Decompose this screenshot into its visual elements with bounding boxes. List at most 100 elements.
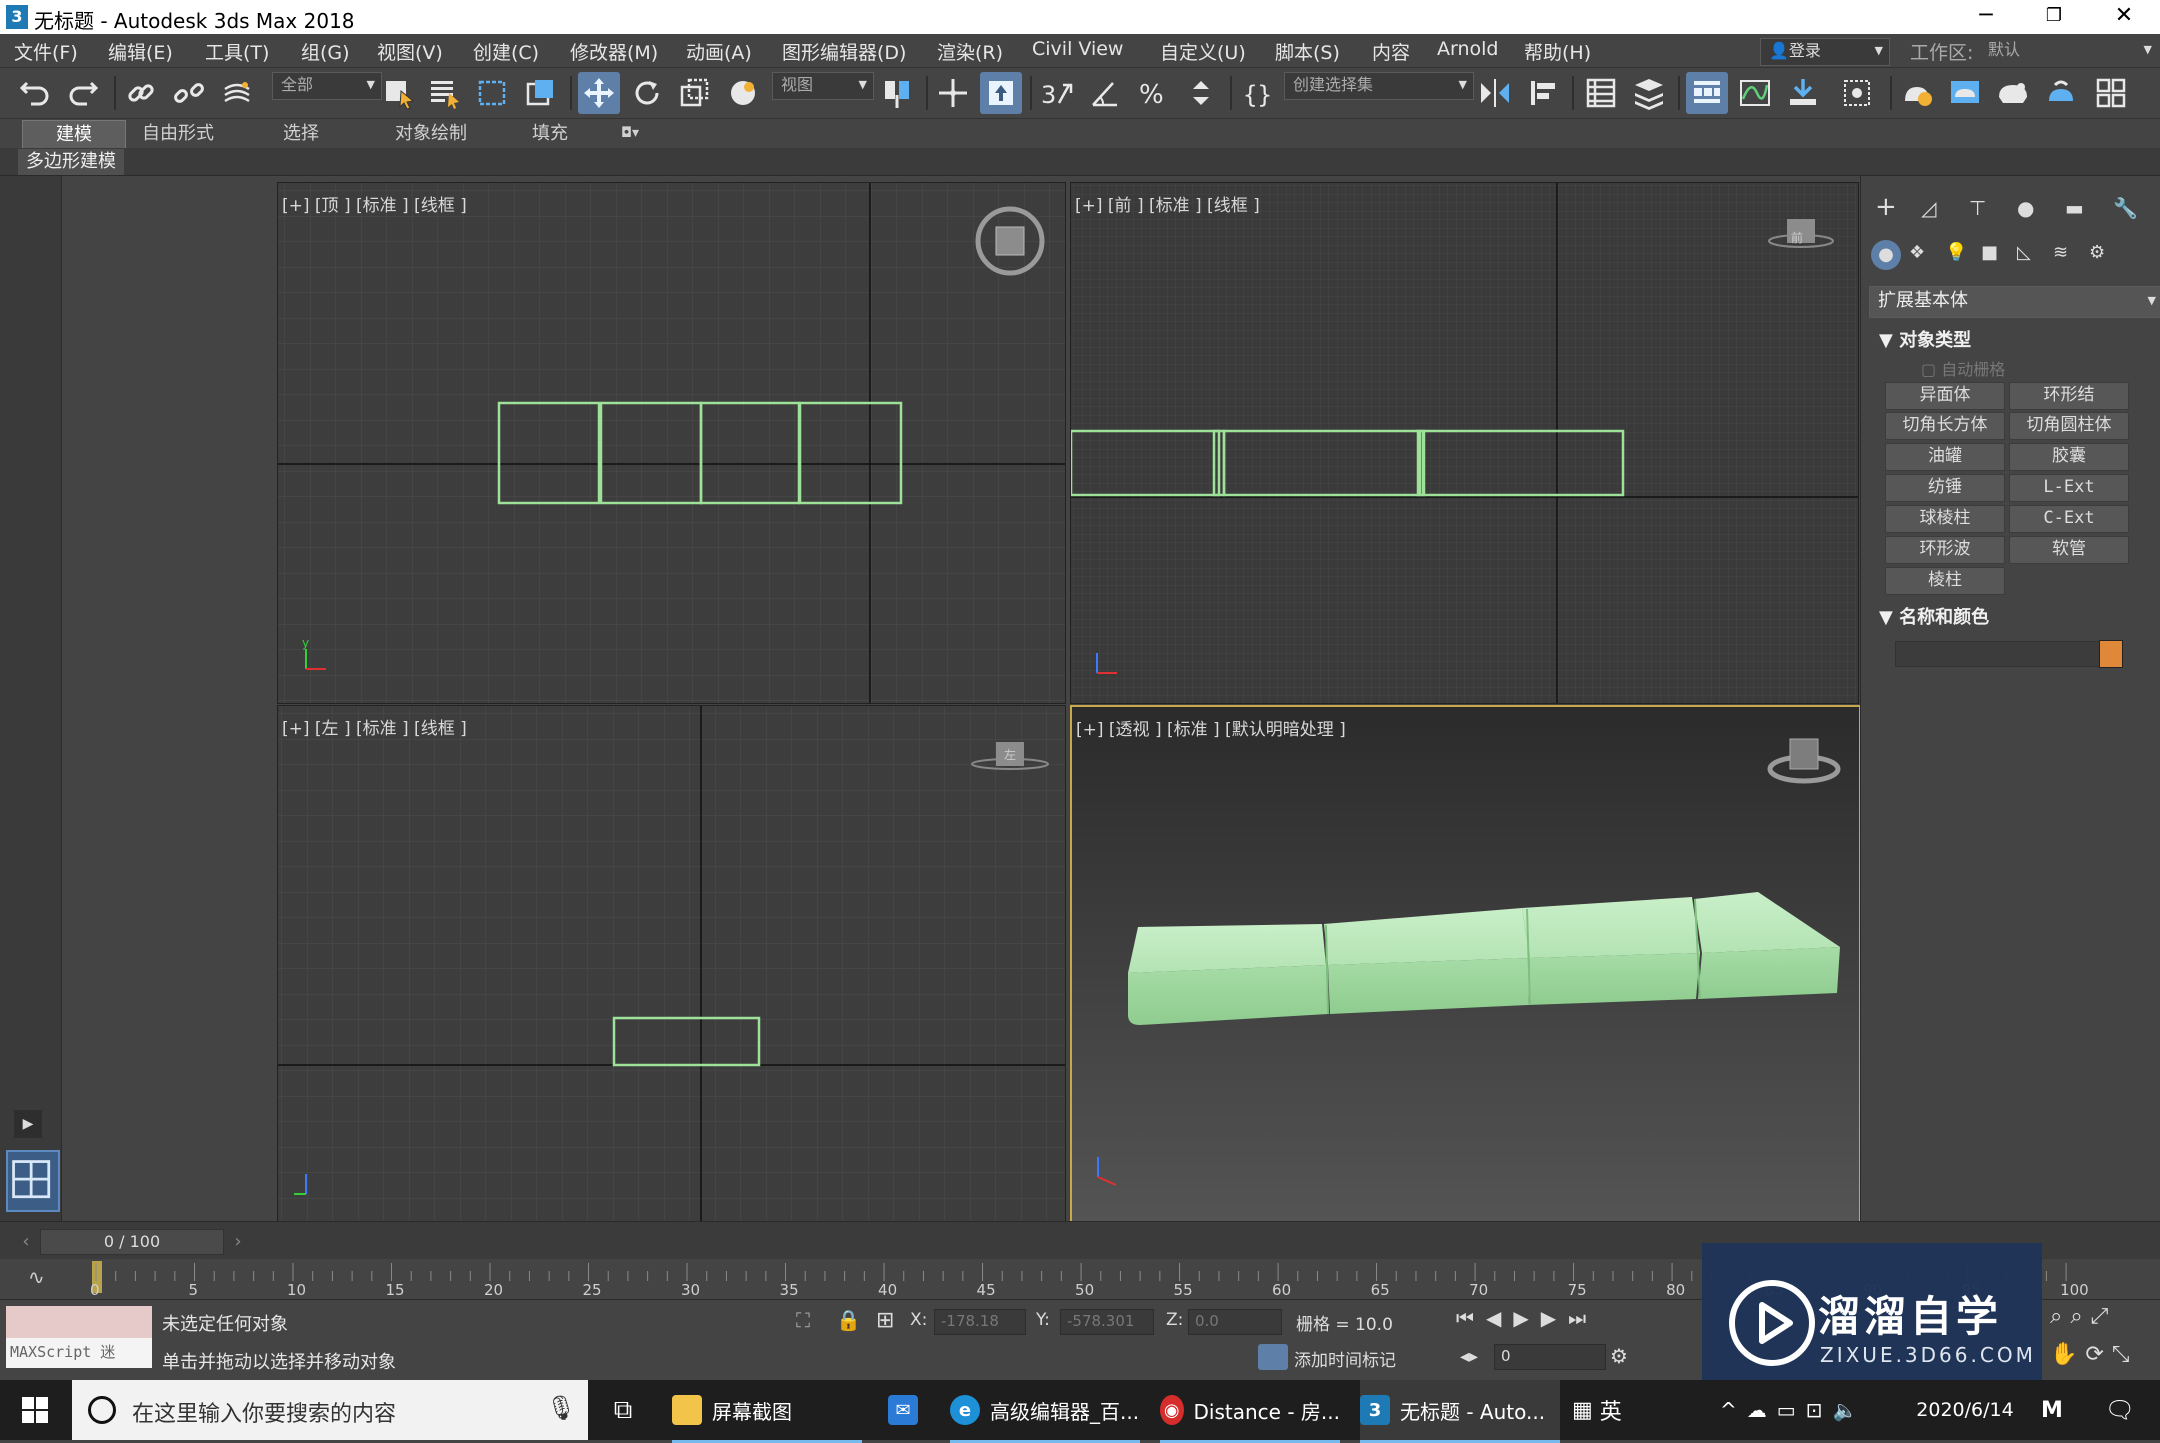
use-pivot-center-icon[interactable] xyxy=(876,72,918,114)
schematic-view-icon[interactable] xyxy=(1782,72,1824,114)
menu-file[interactable]: 文件(F) xyxy=(14,38,78,65)
mirror-icon[interactable] xyxy=(1474,72,1516,114)
select-and-move-icon[interactable] xyxy=(578,72,620,114)
cameras-icon[interactable]: ■ xyxy=(1981,242,1998,263)
percent-snap-icon[interactable]: % xyxy=(1132,72,1174,114)
ribbon-options-icon[interactable]: ◘▾ xyxy=(610,120,650,147)
render-setup-icon[interactable] xyxy=(1896,72,1938,114)
z-coordinate[interactable]: 0.0 xyxy=(1188,1309,1282,1335)
selection-filter-dropdown[interactable]: 全部 xyxy=(272,72,382,100)
utilities-tab-icon[interactable]: 🔧 xyxy=(2113,196,2138,220)
motion-tab-icon[interactable]: ● xyxy=(2017,196,2034,220)
btn-hedra[interactable]: 异面体 xyxy=(1885,382,2005,410)
btn-gengon[interactable]: 球棱柱 xyxy=(1885,505,2005,533)
btn-oil-tank[interactable]: 油罐 xyxy=(1885,443,2005,471)
isolate-icon[interactable]: ⛶ xyxy=(796,1308,810,1332)
x-coordinate[interactable]: -178.18 xyxy=(934,1309,1026,1335)
spacewarps-icon[interactable]: ≋ xyxy=(2053,242,2068,263)
taskbar-app-screenshots[interactable]: 屏幕截图 xyxy=(672,1380,862,1443)
zoom-all-icon[interactable]: ⌕ xyxy=(2070,1304,2090,1329)
snaps-toggle-icon[interactable]: 3 xyxy=(1036,72,1078,114)
lights-icon[interactable]: 💡 xyxy=(1945,242,1967,263)
redo-icon[interactable] xyxy=(62,72,104,114)
add-time-tag[interactable]: 添加时间标记 xyxy=(1294,1346,1396,1371)
menu-tools[interactable]: 工具(T) xyxy=(205,38,269,65)
auto-grid-checkbox[interactable]: ▢ 自动栅格 xyxy=(1921,356,2005,380)
name-color-rollout[interactable]: ▼ 名称和颜色 xyxy=(1879,603,1989,629)
toggle-ribbon-icon[interactable] xyxy=(1686,72,1728,114)
rendered-frame-window-icon[interactable] xyxy=(1944,72,1986,114)
viewport-label-perspective[interactable]: [+] [透视 ] [标准 ] [默认明暗处理 ] xyxy=(1076,715,1346,740)
battery-icon[interactable]: ▭ xyxy=(1777,1398,1806,1422)
btn-spindle[interactable]: 纺锤 xyxy=(1885,474,2005,502)
go-to-start-icon[interactable]: ⏮ xyxy=(1456,1306,1486,1330)
shapes-icon[interactable]: ❖ xyxy=(1909,242,1925,263)
viewport-label-top[interactable]: [+] [顶 ] [标准 ] [线框 ] xyxy=(282,191,467,216)
taskbar-app-3dsmax[interactable]: 3 无标题 - Auto... xyxy=(1360,1380,1560,1443)
notification-center-icon[interactable]: 🗨 xyxy=(2090,1380,2150,1440)
systems-icon[interactable]: ⚙ xyxy=(2089,242,2105,263)
tab-object-paint[interactable]: 对象绘制 xyxy=(376,120,486,147)
time-configuration-icon[interactable]: ⚙ xyxy=(1610,1344,1628,1368)
expand-arrow-icon[interactable]: ▶ xyxy=(14,1110,42,1138)
select-by-name-icon[interactable] xyxy=(424,72,466,114)
viewport-label-left[interactable]: [+] [左 ] [标准 ] [线框 ] xyxy=(282,714,467,739)
create-tab-icon[interactable]: + xyxy=(1875,192,1897,222)
a360-gallery-icon[interactable] xyxy=(2090,72,2132,114)
cloud-icon[interactable]: ☁ xyxy=(1747,1398,1777,1422)
maxscript-listener-top[interactable] xyxy=(6,1306,152,1338)
object-color-swatch[interactable] xyxy=(2099,640,2123,668)
btn-capsule[interactable]: 胶囊 xyxy=(2009,443,2129,471)
keyboard-shortcut-override-icon[interactable] xyxy=(980,72,1022,114)
named-selection-dropdown[interactable]: 创建选择集 xyxy=(1284,72,1474,100)
btn-l-ext[interactable]: L-Ext xyxy=(2009,474,2129,502)
orbit-icon[interactable]: ⟳ xyxy=(2085,1342,2111,1367)
time-tag-icon[interactable] xyxy=(1258,1344,1288,1370)
btn-ringwave[interactable]: 环形波 xyxy=(1885,536,2005,564)
viewcube-left[interactable]: 左 xyxy=(996,746,1024,768)
play-icon[interactable]: ▶ xyxy=(1513,1306,1540,1330)
unlink-icon[interactable] xyxy=(168,72,210,114)
pan-icon[interactable]: ✋ xyxy=(2050,1342,2085,1367)
helpers-icon[interactable]: ◺ xyxy=(2017,242,2031,263)
next-key-icon[interactable]: ▶ xyxy=(1541,1306,1568,1330)
btn-hose[interactable]: 软管 xyxy=(2009,536,2129,564)
input-method-icon[interactable]: M xyxy=(2030,1380,2074,1440)
viewport-perspective[interactable]: [+] [透视 ] [标准 ] [默认明暗处理 ] xyxy=(1070,705,1861,1225)
menu-help[interactable]: 帮助(H) xyxy=(1524,38,1591,65)
taskbar-app-edge[interactable]: e 高级编辑器_百... xyxy=(950,1380,1140,1443)
link-icon[interactable] xyxy=(120,72,162,114)
viewport-top[interactable]: y [+] [顶 ] [标准 ] [线框 ] xyxy=(277,182,1066,704)
select-object-icon[interactable] xyxy=(378,72,420,114)
select-and-scale-icon[interactable] xyxy=(674,72,716,114)
undo-icon[interactable] xyxy=(14,72,56,114)
render-in-cloud-icon[interactable] xyxy=(2040,72,2082,114)
viewport-front[interactable]: [+] [前 ] [标准 ] [线框 ] 前 xyxy=(1070,182,1859,704)
rect-selection-region-icon[interactable] xyxy=(472,72,514,114)
maximize-viewport-icon[interactable]: ⤢ xyxy=(2091,1304,2117,1329)
tab-populate[interactable]: 填充 xyxy=(510,120,590,147)
bind-spacewarp-icon[interactable] xyxy=(216,72,258,114)
polygon-modeling-label[interactable]: 多边形建模 xyxy=(18,149,124,175)
workspace-dropdown[interactable]: 默认 xyxy=(1980,38,2158,64)
btn-prism[interactable]: 棱柱 xyxy=(1885,567,2005,595)
viewport-left[interactable]: [+] [左 ] [标准 ] [线框 ] 左 xyxy=(277,705,1066,1223)
volume-icon[interactable]: 🔈 xyxy=(1832,1398,1867,1422)
align-icon[interactable] xyxy=(1522,72,1564,114)
time-config-arrows-icon[interactable]: ◂▸ xyxy=(1460,1346,1478,1367)
angle-snap-icon[interactable] xyxy=(1084,72,1126,114)
viewport-layout-icon[interactable] xyxy=(6,1150,60,1212)
curve-editor-icon[interactable] xyxy=(1734,72,1776,114)
material-editor-icon[interactable] xyxy=(1836,72,1878,114)
category-dropdown[interactable]: 扩展基本体 xyxy=(1869,286,2160,318)
y-coordinate[interactable]: -578.301 xyxy=(1060,1309,1154,1335)
maximize-toggle-icon[interactable]: ⤡ xyxy=(2112,1342,2138,1367)
menu-scripting[interactable]: 脚本(S) xyxy=(1275,38,1340,65)
modify-tab-icon[interactable]: ◿ xyxy=(1921,196,1936,220)
window-crossing-icon[interactable] xyxy=(520,72,562,114)
viewcube-front[interactable]: 前 xyxy=(1783,229,1811,251)
restore-button[interactable]: ❐ xyxy=(2024,0,2084,34)
btn-torus-knot[interactable]: 环形结 xyxy=(2009,382,2129,410)
object-name-field[interactable] xyxy=(1895,641,2123,667)
tab-modeling[interactable]: 建模 xyxy=(22,120,126,149)
